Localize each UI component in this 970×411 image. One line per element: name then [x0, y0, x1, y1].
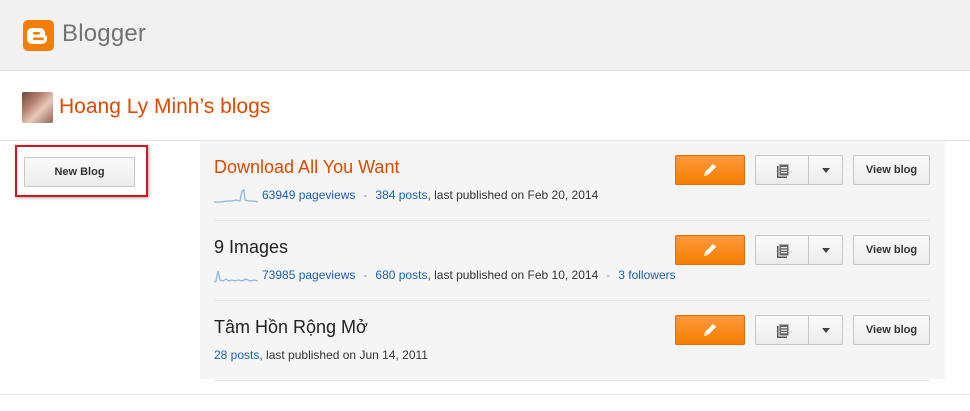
document-list-icon [777, 163, 790, 178]
followers-link[interactable]: 3 followers [618, 268, 675, 282]
view-blog-button[interactable]: View blog [853, 315, 930, 345]
divider [0, 394, 970, 395]
last-published-text: , last published on Feb 20, 2014 [427, 188, 599, 202]
pageviews-sparkline-icon [214, 188, 258, 203]
blog-list: Download All You Want 63949 pageviews -38… [200, 141, 945, 381]
posts-button[interactable] [755, 155, 809, 185]
separator: - [363, 268, 368, 282]
owner-row: Hoang Ly Minh’s blogs [0, 71, 970, 141]
new-post-button[interactable] [675, 235, 745, 265]
page-title: Hoang Ly Minh’s blogs [59, 95, 271, 118]
blogger-logo-icon[interactable] [23, 20, 54, 51]
top-bar: Blogger [0, 0, 970, 71]
new-post-button[interactable] [675, 315, 745, 345]
avatar[interactable] [22, 92, 53, 123]
new-post-button[interactable] [675, 155, 745, 185]
posts-button[interactable] [755, 235, 809, 265]
brand-name[interactable]: Blogger [62, 20, 146, 48]
view-blog-button[interactable]: View blog [853, 235, 930, 265]
view-blog-button[interactable]: View blog [853, 155, 930, 185]
posts-link[interactable]: 28 posts [214, 348, 259, 362]
posts-link[interactable]: 680 posts [375, 268, 427, 282]
posts-button[interactable] [755, 315, 809, 345]
more-options-dropdown[interactable] [808, 155, 843, 185]
blog-title[interactable]: Tâm Hồn Rộng Mở [214, 317, 368, 338]
list-item: Download All You Want 63949 pageviews -38… [214, 141, 930, 221]
chevron-down-icon [822, 328, 830, 333]
last-published-text: , last published on Feb 10, 2014 [427, 268, 599, 282]
blog-stats: 73985 pageviews -680 posts, last publishe… [214, 267, 676, 285]
more-options-dropdown[interactable] [808, 315, 843, 345]
blog-stats: 28 posts, last published on Jun 14, 2011 [214, 347, 428, 365]
chevron-down-icon [822, 168, 830, 173]
pageviews-link[interactable]: 73985 pageviews [262, 268, 355, 282]
list-item: 9 Images 73985 pageviews -680 posts, last… [214, 221, 930, 301]
document-list-icon [777, 243, 790, 258]
separator: - [606, 268, 611, 282]
new-blog-button[interactable]: New Blog [24, 157, 135, 187]
more-options-dropdown[interactable] [808, 235, 843, 265]
blog-title[interactable]: Download All You Want [214, 157, 399, 178]
pencil-icon [704, 164, 716, 176]
blog-stats: 63949 pageviews -384 posts, last publishe… [214, 187, 598, 205]
last-published-text: , last published on Jun 14, 2011 [259, 348, 428, 362]
pencil-icon [704, 324, 716, 336]
blog-title[interactable]: 9 Images [214, 237, 288, 258]
pencil-icon [704, 244, 716, 256]
chevron-down-icon [822, 248, 830, 253]
pageviews-link[interactable]: 63949 pageviews [262, 188, 355, 202]
posts-link[interactable]: 384 posts [375, 188, 427, 202]
pageviews-sparkline-icon [214, 270, 258, 283]
list-item: Tâm Hồn Rộng Mở 28 posts, last published… [214, 301, 930, 381]
document-list-icon [777, 323, 790, 338]
separator: - [363, 188, 368, 202]
